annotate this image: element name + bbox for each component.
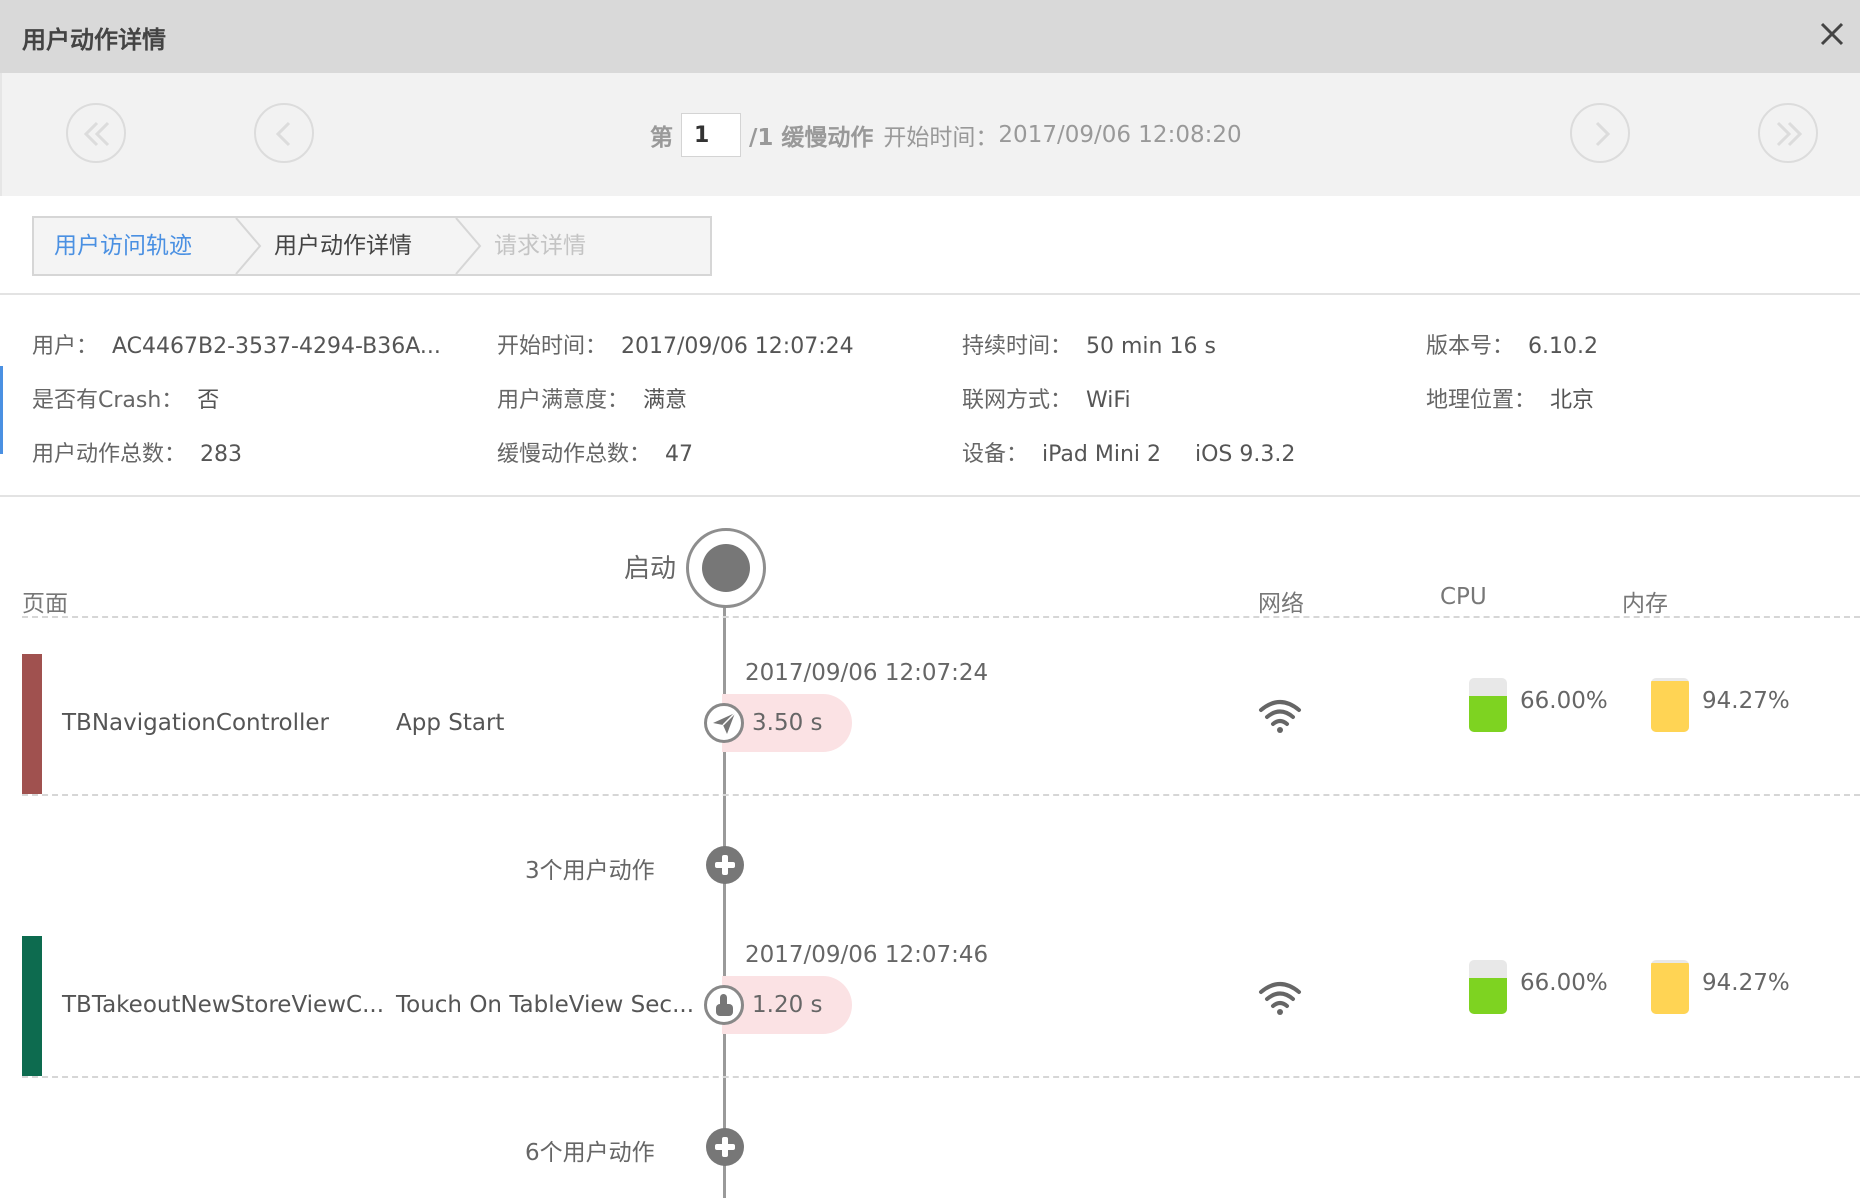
crumb-action-detail[interactable]: 用户动作详情 xyxy=(274,218,412,274)
info-duration: 持续时间： 50 min 16 s xyxy=(962,334,1216,359)
memory-value: 94.27% xyxy=(1702,688,1790,714)
col-memory: 内存 xyxy=(1622,591,1668,617)
row-color-bar xyxy=(22,654,42,794)
pager-start-label: 开始时间： xyxy=(883,125,999,151)
crumb-user-trace[interactable]: 用户访问轨迹 xyxy=(54,218,192,274)
row-page[interactable]: TBTakeoutNewStoreViewC... xyxy=(62,992,384,1018)
row-time: 2017/09/06 12:07:46 xyxy=(745,942,989,968)
window-title: 用户动作详情 xyxy=(22,26,166,54)
paper-plane-icon[interactable] xyxy=(704,703,744,743)
double-chevron-right-icon xyxy=(1776,121,1803,147)
info-location: 地理位置： 北京 xyxy=(1426,388,1595,413)
last-page-button[interactable] xyxy=(1758,103,1818,163)
start-node-icon xyxy=(686,528,766,608)
breadcrumb: 用户访问轨迹 用户动作详情 请求详情 xyxy=(32,216,712,276)
collapsed-actions-label[interactable]: 3个用户动作 xyxy=(525,851,655,885)
row-color-bar xyxy=(22,936,42,1076)
pager-bar: 第 /1 缓慢动作 开始时间： 2017/09/06 12:08:20 xyxy=(0,73,1860,196)
tap-hand-icon[interactable] xyxy=(704,985,744,1025)
next-page-button[interactable] xyxy=(1570,103,1630,163)
cpu-gauge xyxy=(1469,960,1507,1014)
double-chevron-left-icon xyxy=(83,121,110,147)
info-user: 用户： AC4467B2-3537-4294-B36A... xyxy=(32,334,441,359)
chevron-right-icon xyxy=(1595,121,1611,147)
collapsed-actions-label[interactable]: 6个用户动作 xyxy=(525,1133,655,1167)
col-cpu: CPU xyxy=(1440,584,1487,610)
info-satisfaction: 用户满意度： 满意 xyxy=(497,388,688,413)
memory-gauge xyxy=(1651,960,1689,1014)
pager-start-time: 2017/09/06 12:08:20 xyxy=(998,122,1242,148)
col-network: 网络 xyxy=(1258,591,1304,617)
divider xyxy=(0,495,1860,497)
close-icon[interactable] xyxy=(1814,16,1850,52)
dashed-divider xyxy=(22,1076,1860,1078)
timeline-axis xyxy=(723,600,726,1198)
info-network: 联网方式： WiFi xyxy=(962,388,1131,413)
info-device: 设备： iPad Mini 2 iOS 9.3.2 xyxy=(962,442,1296,467)
crumb-request-detail[interactable]: 请求详情 xyxy=(494,218,586,274)
start-label: 启动 xyxy=(624,554,677,584)
dashed-divider xyxy=(22,616,1860,618)
col-page: 页面 xyxy=(22,591,68,617)
cpu-gauge xyxy=(1469,678,1507,732)
wifi-icon xyxy=(1259,982,1301,1015)
cpu-value: 66.00% xyxy=(1520,688,1608,714)
info-action-count: 用户动作总数： 283 xyxy=(32,442,243,467)
info-crash: 是否有Crash：否 xyxy=(32,388,220,413)
crumb-separator xyxy=(455,218,482,274)
row-page[interactable]: TBNavigationController xyxy=(62,710,329,736)
section-marker xyxy=(0,366,3,454)
info-start-time: 开始时间： 2017/09/06 12:07:24 xyxy=(497,334,854,359)
divider xyxy=(0,293,1860,295)
row-time: 2017/09/06 12:07:24 xyxy=(745,660,989,686)
title-bar: 用户动作详情 xyxy=(0,0,1860,73)
pager-suffix: /1 缓慢动作 xyxy=(749,125,874,151)
chevron-left-icon xyxy=(275,121,291,147)
first-page-button[interactable] xyxy=(66,103,126,163)
cpu-value: 66.00% xyxy=(1520,970,1608,996)
pager-info: 第 /1 缓慢动作 开始时间： 2017/09/06 12:08:20 xyxy=(650,113,1242,157)
row-action[interactable]: Touch On TableView Sec... xyxy=(396,992,694,1018)
row-action[interactable]: App Start xyxy=(396,710,504,736)
dashed-divider xyxy=(22,794,1860,796)
info-version: 版本号： 6.10.2 xyxy=(1426,334,1598,359)
info-slow-count: 缓慢动作总数： 47 xyxy=(497,442,694,467)
prev-page-button[interactable] xyxy=(254,103,314,163)
pager-prefix: 第 xyxy=(650,125,673,151)
expand-plus-icon[interactable] xyxy=(706,1128,744,1166)
memory-value: 94.27% xyxy=(1702,970,1790,996)
expand-plus-icon[interactable] xyxy=(706,846,744,884)
wifi-icon xyxy=(1259,700,1301,733)
crumb-separator xyxy=(235,218,262,274)
memory-gauge xyxy=(1651,678,1689,732)
page-number-input[interactable] xyxy=(681,113,741,157)
